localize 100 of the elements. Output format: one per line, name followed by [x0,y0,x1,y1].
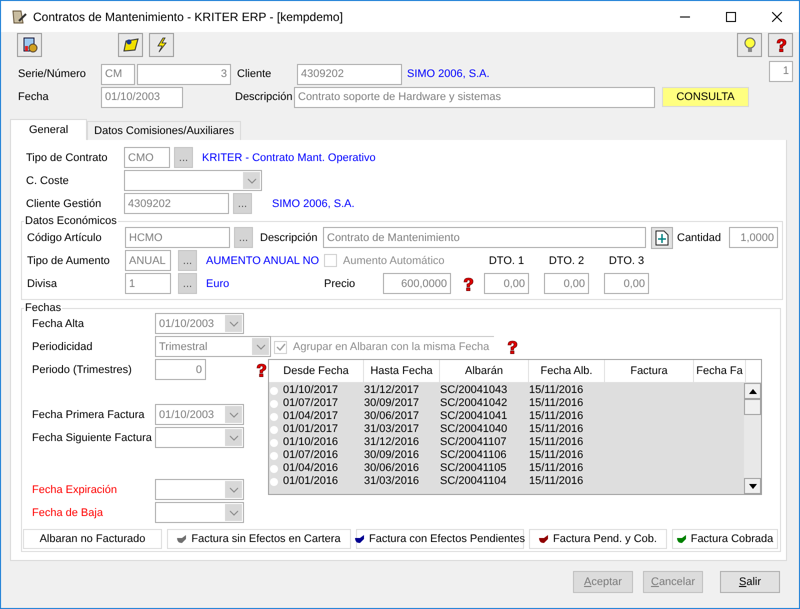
close-icon[interactable] [772,12,782,22]
light-bulb-icon [742,37,758,53]
table-cell-text: 30/09/2017 [364,397,420,410]
number-field[interactable]: 0 [155,359,206,380]
date-dropdown[interactable]: 01/10/2003 [155,313,244,334]
date-dropdown[interactable]: 01/10/2003 [155,404,244,425]
description-field[interactable]: Contrato soporte de Hardware y sistemas [294,86,655,108]
table-cell-text: SC/20041043 [440,384,508,397]
table-cell-text: 31/12/2017 [364,384,420,397]
dialog-button[interactable]: Salir [720,571,780,593]
table-cell-text: SC/20041105 [440,462,508,475]
field-label: Fecha de Baja [32,506,104,518]
lookup-button[interactable]: ... [174,147,193,168]
record-counter: 1 [769,60,793,82]
price-field[interactable]: 600,0000 [383,273,451,294]
client-name: SIMO 2006, S.A. [407,68,490,80]
table-cell-text: 15/11/2016 [529,423,584,436]
article-code-field[interactable]: HCMO [125,227,230,248]
client-field[interactable]: 4309202 [297,64,402,84]
document-help-button[interactable] [17,33,42,57]
table-cell-text: 31/03/2016 [364,475,420,488]
table-cell-text: SC/20041104 [440,475,508,488]
legend-item: Factura con Efectos Pendientes [356,529,524,549]
table-cell-text: 15/11/2016 [529,410,584,423]
discount-label: DTO. 3 [608,254,646,266]
field-label: C. Coste [26,174,70,186]
lookup-button[interactable]: ... [178,273,197,294]
quantity-field[interactable]: 1,0000 [729,227,778,248]
number-field[interactable]: 3 [137,64,231,84]
serie-field[interactable]: CM [101,64,135,84]
field-label: Precio [324,278,356,290]
table-cell-text: 30/06/2017 [364,410,420,423]
table-cell-text: 01/07/2016 [283,449,340,462]
description-field[interactable]: Contrato de Mantenimiento [323,227,646,248]
lookup-button[interactable]: ... [233,193,252,214]
lightning-button[interactable] [149,33,174,57]
field-label: Cantidad [677,232,722,244]
field-label: Divisa [27,278,58,290]
table-cell-text: 01/01/2016 [283,475,340,488]
table-cell-text: 01/04/2016 [283,462,340,475]
discount-field[interactable]: 0,00 [484,273,529,294]
table-cell-text: 01/01/2017 [283,423,340,436]
table-cell-text: SC/20041106 [440,449,508,462]
client-name: SIMO 2006, S.A. [272,198,355,210]
table-cell-text: 01/10/2016 [283,436,340,449]
checkbox[interactable] [274,340,287,354]
table-cell-text: 15/11/2016 [529,397,584,410]
table-cell-text: 31/03/2017 [364,423,420,436]
document-button[interactable] [651,226,673,248]
date-field[interactable]: 01/10/2003 [101,86,183,108]
checkbox-label: Aumento Automático [343,254,445,266]
discount-field[interactable]: 0,00 [544,273,589,294]
discount-field[interactable]: 0,00 [604,273,649,294]
table-cell-text: 15/11/2016 [529,436,584,449]
help-button[interactable] [768,33,793,57]
field-label: Fecha Primera Factura [32,408,146,420]
table-cell-text: 15/11/2016 [529,449,584,462]
lookup-button[interactable]: ... [178,250,197,271]
legend-item: Albaran no Facturado [23,529,162,549]
document-icon [655,230,669,246]
currency-field[interactable]: 1 [125,273,171,294]
contract-type-field[interactable]: CMO [124,147,170,168]
table-cell-text: 01/07/2017 [283,397,340,410]
field-label: Fecha Expiración [32,484,118,496]
currency-name: Euro [206,278,230,290]
group-title: Fechas [24,302,62,314]
dropdown[interactable]: Trimestral [155,336,271,357]
increase-type-name: AUMENTO ANUAL NO [206,254,320,266]
discount-label: DTO. 2 [548,254,586,266]
table-cell-text: SC/20041041 [440,410,508,423]
scrollbar[interactable] [744,383,761,494]
table-cell-text: 30/09/2016 [364,449,420,462]
scroll-down-icon[interactable] [744,478,761,494]
field-label: Descripción [235,91,294,103]
table-cell-text: 01/04/2017 [283,410,340,423]
field-label: Periodicidad [32,340,94,352]
tab[interactable]: General [10,119,88,140]
scroll-up-icon[interactable] [744,383,761,399]
scroll-button[interactable] [118,33,143,57]
field-label: Tipo de Contrato [26,152,109,164]
increase-type-field[interactable]: ANUAL [125,250,171,271]
client-field[interactable]: 4309202 [124,193,229,214]
discount-label: DTO. 1 [488,254,526,266]
table-cell-text: SC/20041040 [440,423,508,436]
lookup-button[interactable]: ... [234,227,253,248]
tab[interactable]: Datos Comisiones/Auxiliares [87,121,242,140]
scroll-thumb[interactable] [744,399,761,415]
table-cell-text: 15/11/2016 [529,462,584,475]
maximize-icon[interactable] [726,12,736,22]
field-label: Fecha Alta [32,318,85,330]
checkbox-label: Agrupar en Albaran con la misma Fecha [293,341,490,353]
field-label: Cliente [237,68,272,80]
field-label: Periodo (Trimestres) [32,364,133,376]
tip-button[interactable] [737,33,762,57]
app-icon [11,8,27,24]
document-icon [22,37,38,53]
table-cell-text: 15/11/2016 [529,384,584,397]
field-label: Fecha [18,91,50,103]
checkbox[interactable] [324,254,337,267]
table-cell-text: SC/20041107 [440,436,508,449]
